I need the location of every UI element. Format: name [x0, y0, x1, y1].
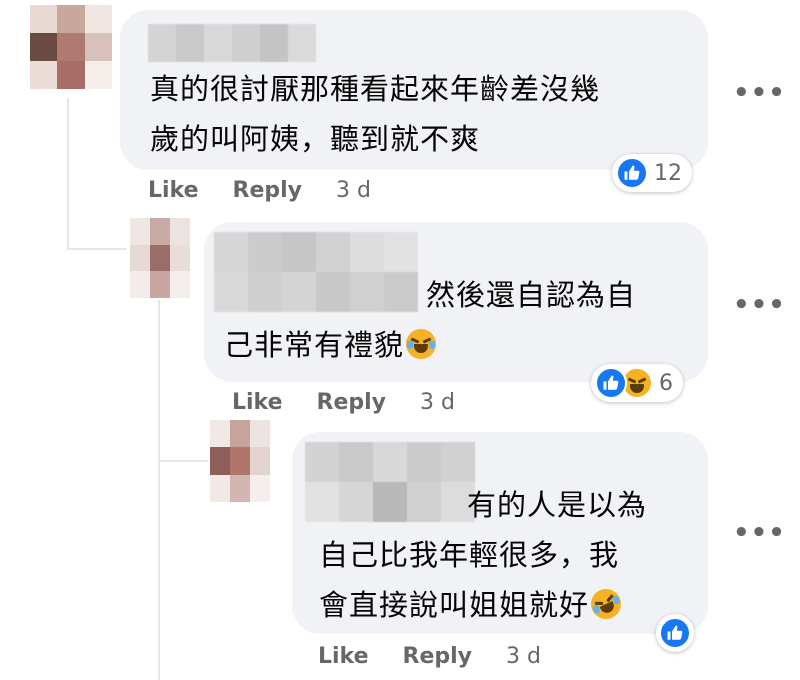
timestamp[interactable]: 3 d	[506, 644, 541, 669]
comment-text: 真的很討厭那種看起來年齡差沒幾 歲的叫阿姨，聽到就不爽	[150, 72, 601, 156]
thread-line-2	[158, 300, 160, 462]
reply-button[interactable]: Reply	[403, 644, 473, 669]
face-with-tears-of-joy-icon	[406, 329, 437, 359]
like-button[interactable]: Like	[148, 178, 199, 203]
comment-text: 然後還自認為自 己非常有禮貌	[224, 278, 637, 362]
timestamp[interactable]: 3 d	[420, 390, 455, 415]
timestamp[interactable]: 3 d	[336, 178, 371, 203]
reaction-count: 12	[654, 160, 682, 186]
like-icon	[616, 157, 648, 189]
reaction-count: 6	[659, 370, 673, 396]
comment-actions: Like Reply 3 d	[318, 644, 541, 669]
like-button[interactable]: Like	[318, 644, 369, 669]
comment-actions: Like Reply 3 d	[148, 178, 371, 203]
more-options-icon[interactable]: •••	[733, 518, 786, 548]
commenter-name[interactable]	[148, 24, 316, 62]
comment-text: 有的人是以為 自己比我年輕很多，我 會直接說叫姐姐就好	[319, 488, 648, 624]
avatar[interactable]	[210, 420, 270, 502]
thread-connector-2	[158, 460, 208, 462]
rolling-on-the-floor-laughing-icon	[586, 584, 626, 624]
more-options-icon[interactable]: •••	[733, 78, 786, 108]
like-icon	[595, 367, 627, 399]
avatar[interactable]	[130, 218, 190, 298]
thread-line-3	[158, 462, 160, 680]
more-options-icon[interactable]: •••	[733, 290, 786, 320]
reaction-summary[interactable]: 6	[591, 364, 683, 402]
avatar[interactable]	[30, 5, 112, 89]
reaction-summary[interactable]	[656, 614, 694, 652]
comment-actions: Like Reply 3 d	[232, 390, 455, 415]
thread-line-1	[67, 98, 69, 250]
like-icon	[659, 617, 691, 649]
thread-connector-1	[67, 248, 127, 250]
like-button[interactable]: Like	[232, 390, 283, 415]
reply-button[interactable]: Reply	[317, 390, 387, 415]
reaction-summary[interactable]: 12	[612, 154, 692, 192]
reply-button[interactable]: Reply	[233, 178, 303, 203]
